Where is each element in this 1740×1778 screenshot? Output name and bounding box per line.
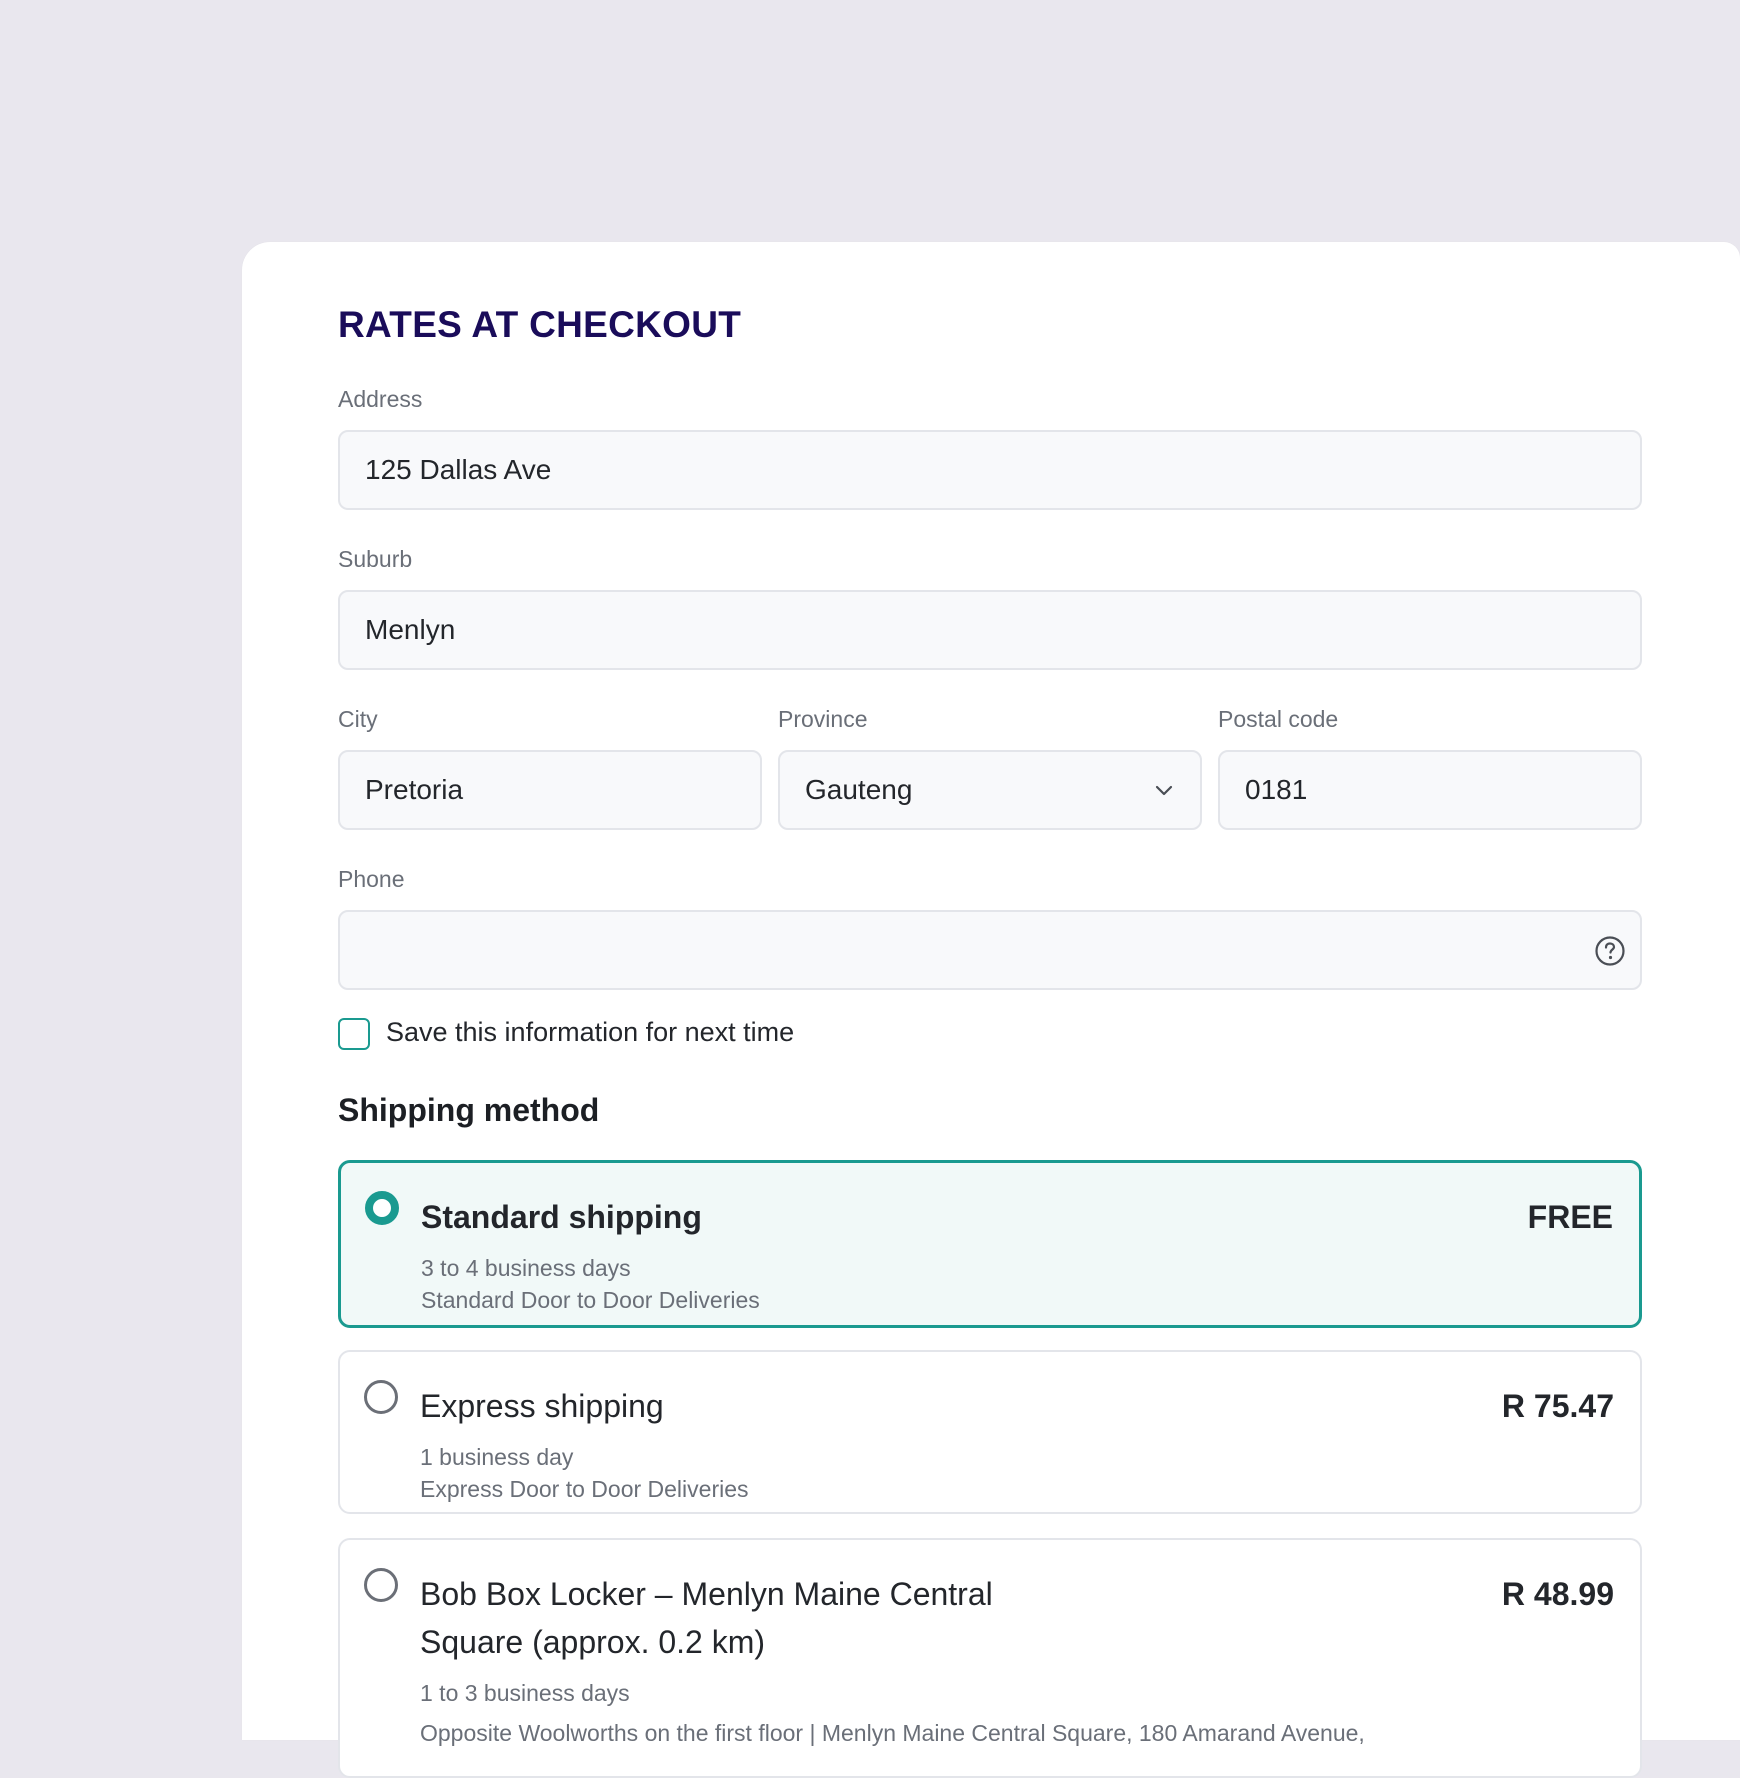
phone-field[interactable] <box>338 910 1642 990</box>
province-select[interactable]: Gauteng <box>778 750 1202 830</box>
postal-code-value: 0181 <box>1245 774 1308 805</box>
suburb-value: Menlyn <box>365 614 456 645</box>
save-info-label[interactable]: Save this information for next time <box>386 1017 794 1048</box>
suburb-label: Suburb <box>338 546 413 572</box>
shipping-option-duration: 1 business day <box>420 1444 574 1470</box>
shipping-option-description: Opposite Woolworths on the first floor |… <box>420 1720 1365 1746</box>
city-value: Pretoria <box>365 774 464 805</box>
shipping-option-duration: 1 to 3 business days <box>420 1680 630 1706</box>
shipping-option-locker[interactable]: Bob Box Locker – Menlyn Maine Central Sq… <box>338 1538 1642 1778</box>
shipping-option-description: Standard Door to Door Deliveries <box>421 1287 760 1313</box>
shipping-option-price: FREE <box>1527 1199 1613 1235</box>
shipping-option-standard[interactable]: Standard shipping 3 to 4 business days S… <box>338 1160 1642 1328</box>
shipping-option-price: R 75.47 <box>1501 1388 1614 1424</box>
city-field[interactable]: Pretoria <box>338 750 762 830</box>
shipping-option-express[interactable]: Express shipping 1 business day Express … <box>338 1350 1642 1514</box>
postal-code-field[interactable]: 0181 <box>1218 750 1642 830</box>
chevron-down-icon <box>1152 778 1176 810</box>
page-title: RATES AT CHECKOUT <box>338 304 742 345</box>
city-label: City <box>338 706 378 732</box>
postal-code-label: Postal code <box>1218 706 1339 732</box>
shipping-option-name: Express shipping <box>420 1388 664 1424</box>
shipping-option-description: Express Door to Door Deliveries <box>420 1476 749 1502</box>
radio-unselected-icon[interactable] <box>364 1568 398 1602</box>
shipping-option-name: Bob Box Locker – Menlyn Maine Central Sq… <box>420 1576 993 1660</box>
shipping-method-title: Shipping method <box>338 1092 600 1128</box>
address-label: Address <box>338 386 423 412</box>
province-value: Gauteng <box>805 774 913 805</box>
shipping-option-name: Standard shipping <box>421 1199 702 1235</box>
radio-selected-icon[interactable] <box>365 1191 399 1225</box>
radio-unselected-icon[interactable] <box>364 1380 398 1414</box>
province-label: Province <box>778 706 868 732</box>
shipping-option-duration: 3 to 4 business days <box>421 1255 631 1281</box>
help-circle-icon[interactable] <box>1594 935 1626 974</box>
address-field[interactable]: 125 Dallas Ave <box>338 430 1642 510</box>
address-value: 125 Dallas Ave <box>365 454 552 485</box>
save-info-checkbox[interactable] <box>338 1018 370 1050</box>
shipping-option-price: R 48.99 <box>1501 1576 1614 1612</box>
phone-label: Phone <box>338 866 405 892</box>
checkout-card: RATES AT CHECKOUT Address 125 Dallas Ave… <box>242 242 1740 1778</box>
suburb-field[interactable]: Menlyn <box>338 590 1642 670</box>
